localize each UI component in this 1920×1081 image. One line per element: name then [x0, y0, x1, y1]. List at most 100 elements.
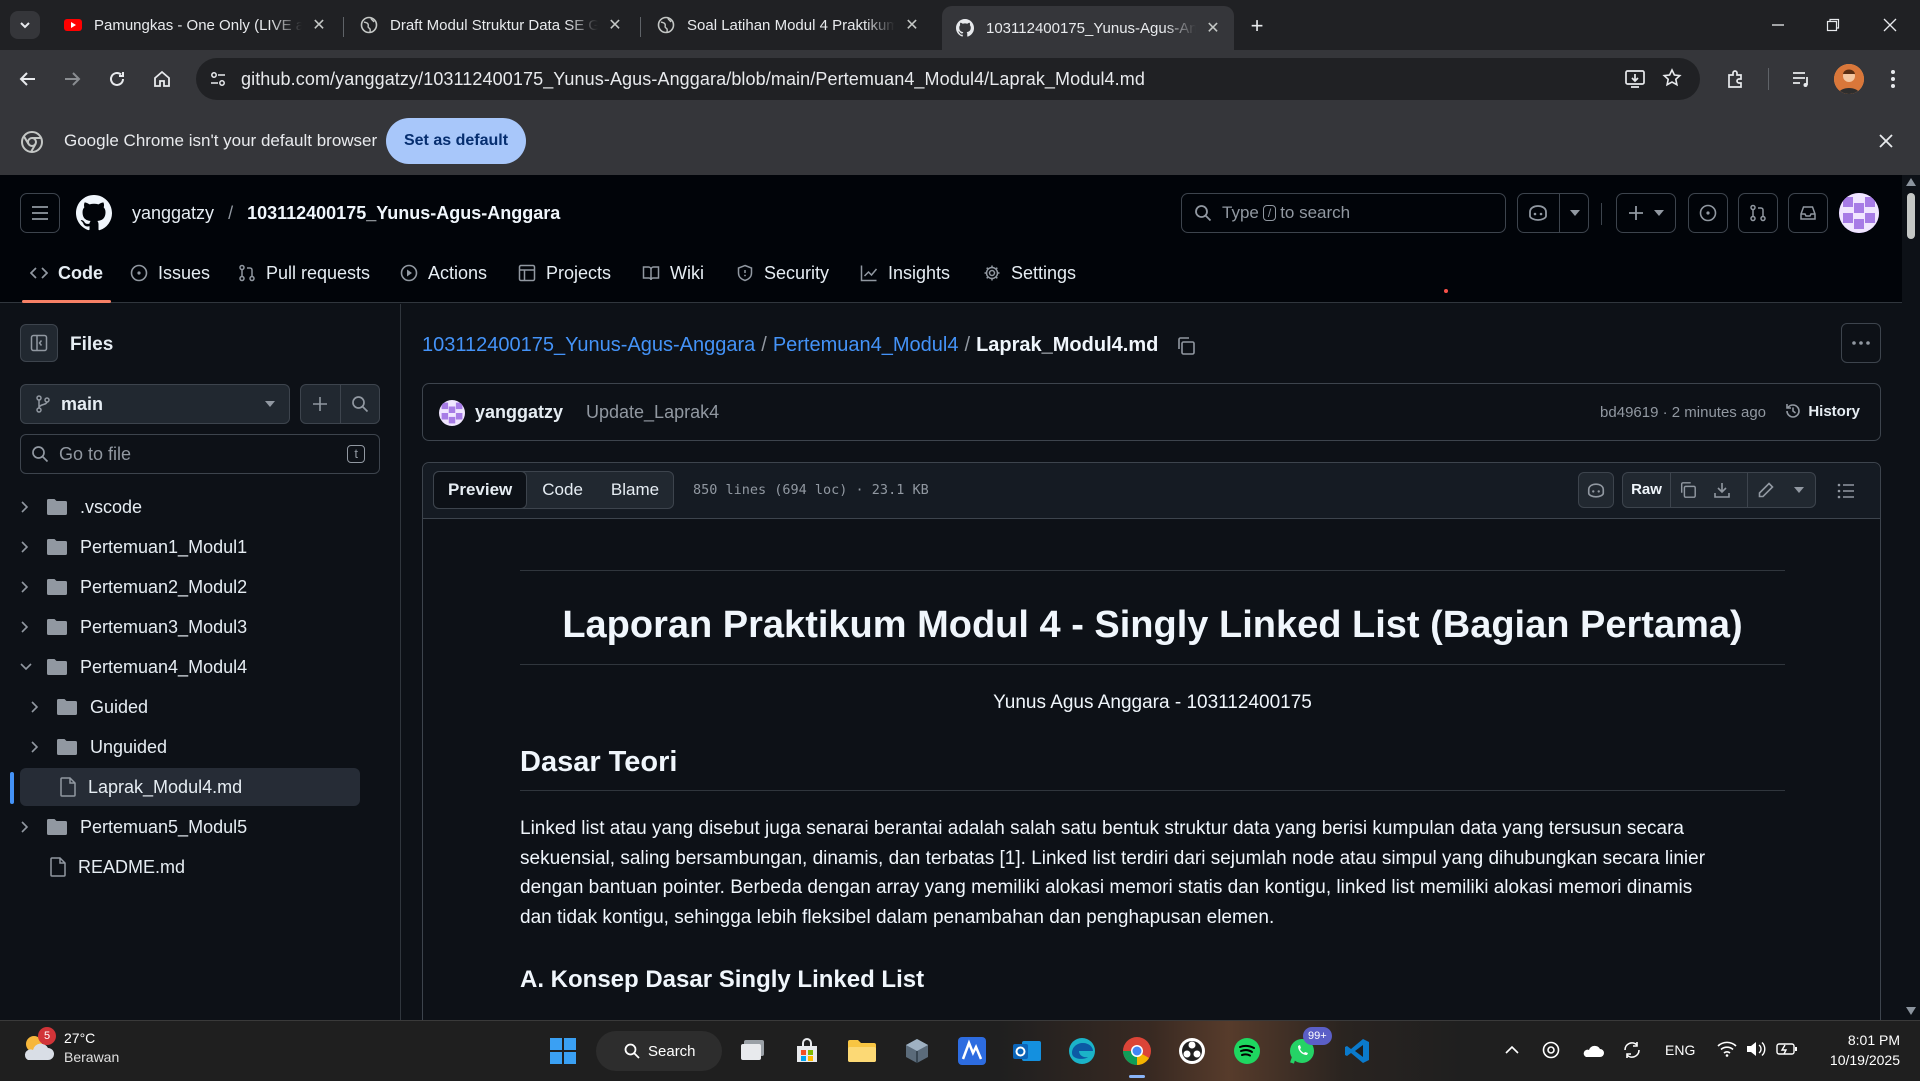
browser-tab-youtube[interactable]: Pamungkas - One Only (LIVE at ✕ [50, 6, 340, 44]
pull-requests-button[interactable] [1738, 193, 1778, 233]
code-tab[interactable]: Code [526, 472, 599, 508]
chevron-right-icon[interactable] [30, 741, 50, 753]
restore-button[interactable] [1815, 10, 1851, 40]
copilot-ask-button[interactable] [1578, 472, 1614, 508]
chrome-menu-button[interactable] [1878, 64, 1908, 94]
commit-meta[interactable]: bd49619 · 2 minutes ago [1600, 404, 1766, 421]
close-tab-icon[interactable]: ✕ [310, 16, 328, 34]
weather-widget[interactable]: 5 27°C Berawan [20, 1027, 119, 1067]
app-button-m[interactable] [951, 1030, 993, 1072]
breadcrumb-folder-link[interactable]: Pertemuan4_Modul4 [773, 334, 959, 357]
volume-icon[interactable] [1746, 1041, 1766, 1057]
breadcrumb-repo-link[interactable]: 103112400175_Yunus-Agus-Anggara [422, 334, 755, 357]
copy-raw-button[interactable] [1671, 481, 1705, 499]
more-options-button[interactable] [1841, 323, 1881, 363]
tab-pull-requests[interactable]: Pull requests [238, 253, 370, 293]
tree-item-guided[interactable]: Guided [20, 688, 360, 726]
reload-button[interactable] [102, 64, 132, 94]
clock[interactable]: 8:01 PM 10/19/2025 [1816, 1030, 1900, 1070]
outlook-button[interactable] [1006, 1030, 1048, 1072]
blame-tab[interactable]: Blame [599, 472, 673, 508]
tab-security[interactable]: Security [736, 253, 829, 293]
tab-settings[interactable]: Settings [983, 253, 1076, 293]
tree-item-pertemuan2[interactable]: Pertemuan2_Modul2 [20, 568, 360, 606]
copy-path-icon[interactable] [1176, 336, 1196, 356]
browser-tab-github[interactable]: 103112400175_Yunus-Agus-An ✕ [942, 6, 1234, 50]
microsoft-store-button[interactable] [786, 1030, 828, 1072]
bookmark-star-icon[interactable] [1662, 68, 1682, 88]
chevron-right-icon[interactable] [20, 621, 40, 633]
back-button[interactable] [13, 64, 43, 94]
global-nav-menu-button[interactable] [20, 193, 60, 233]
extensions-button[interactable] [1721, 64, 1751, 94]
address-bar[interactable]: github.com/yanggatzy/103112400175_Yunus-… [196, 58, 1700, 100]
minimize-button[interactable] [1760, 10, 1796, 40]
close-tab-icon[interactable]: ✕ [1204, 19, 1222, 37]
chevron-right-icon[interactable] [20, 501, 40, 513]
search-input[interactable]: Type / to search [1181, 193, 1506, 233]
add-file-button[interactable] [301, 385, 341, 423]
close-tab-icon[interactable]: ✕ [606, 16, 624, 34]
tab-code[interactable]: Code [22, 253, 111, 303]
spotify-button[interactable] [1226, 1030, 1268, 1072]
close-tab-icon[interactable]: ✕ [903, 16, 921, 34]
tree-item-readme[interactable]: README.md [20, 848, 360, 886]
language-indicator[interactable]: ENG [1665, 1042, 1695, 1058]
browser-tab-soal[interactable]: Soal Latihan Modul 4 Praktikum ✕ [643, 6, 933, 44]
task-view-button[interactable] [732, 1030, 774, 1072]
media-controls-button[interactable] [1786, 64, 1816, 94]
site-info-icon[interactable] [209, 70, 227, 88]
tab-actions[interactable]: Actions [400, 253, 487, 293]
home-button[interactable] [147, 64, 177, 94]
onedrive-tray-icon[interactable] [1582, 1041, 1604, 1059]
obs-button[interactable] [1171, 1030, 1213, 1072]
start-button[interactable] [542, 1030, 584, 1072]
user-avatar[interactable] [1839, 193, 1879, 233]
commit-author[interactable]: yanggatzy [475, 402, 563, 423]
forward-button[interactable] [57, 64, 87, 94]
edit-dropdown-button[interactable] [1784, 487, 1814, 493]
chevron-right-icon[interactable] [20, 541, 40, 553]
vscode-button[interactable] [1336, 1030, 1378, 1072]
create-new-button[interactable] [1616, 193, 1676, 233]
inbox-button[interactable] [1788, 193, 1828, 233]
scroll-up-icon[interactable] [1906, 178, 1916, 186]
history-button[interactable]: History [1784, 402, 1860, 420]
whatsapp-button[interactable]: 99+ [1281, 1027, 1332, 1072]
commit-message[interactable]: Update_Laprak4 [586, 402, 719, 423]
scroll-down-icon[interactable] [1906, 1007, 1916, 1015]
file-explorer-button[interactable] [841, 1030, 883, 1072]
tree-item-vscode[interactable]: .vscode [20, 488, 360, 526]
page-scrollbar[interactable] [1902, 175, 1920, 1020]
chrome-button[interactable] [1116, 1030, 1158, 1078]
collapse-sidebar-button[interactable] [20, 324, 58, 362]
sync-tray-icon[interactable] [1622, 1041, 1642, 1059]
search-code-button[interactable] [341, 385, 380, 423]
tree-item-unguided[interactable]: Unguided [20, 728, 360, 766]
browser-tab-draft[interactable]: Draft Modul Struktur Data SE G ✕ [346, 6, 636, 44]
close-infobar-icon[interactable] [1879, 134, 1893, 148]
branch-selector[interactable]: main [20, 384, 290, 424]
battery-icon[interactable] [1776, 1041, 1798, 1057]
chevron-right-icon[interactable] [20, 581, 40, 593]
tab-wiki[interactable]: Wiki [642, 253, 704, 293]
scroll-thumb[interactable] [1907, 193, 1915, 239]
tree-item-laprak-modul4[interactable]: Laprak_Modul4.md [20, 768, 360, 806]
set-as-default-button[interactable]: Set as default [386, 118, 526, 164]
install-app-icon[interactable] [1624, 69, 1646, 89]
tab-insights[interactable]: Insights [860, 253, 950, 293]
raw-button[interactable]: Raw [1623, 473, 1671, 507]
download-raw-button[interactable] [1705, 481, 1739, 499]
tab-issues[interactable]: Issues [130, 253, 210, 293]
copilot-button[interactable] [1517, 193, 1589, 233]
chevron-down-icon[interactable] [20, 662, 40, 672]
edge-button[interactable] [1061, 1030, 1103, 1072]
tree-item-pertemuan3[interactable]: Pertemuan3_Modul3 [20, 608, 360, 646]
tree-item-pertemuan4[interactable]: Pertemuan4_Modul4 [20, 648, 360, 686]
taskbar-search[interactable]: Search [596, 1031, 722, 1071]
issues-button[interactable] [1688, 193, 1728, 233]
commit-author-avatar[interactable] [439, 400, 465, 426]
tab-projects[interactable]: Projects [518, 253, 611, 293]
tab-search-button[interactable] [10, 11, 40, 39]
github-logo-icon[interactable] [76, 195, 112, 231]
